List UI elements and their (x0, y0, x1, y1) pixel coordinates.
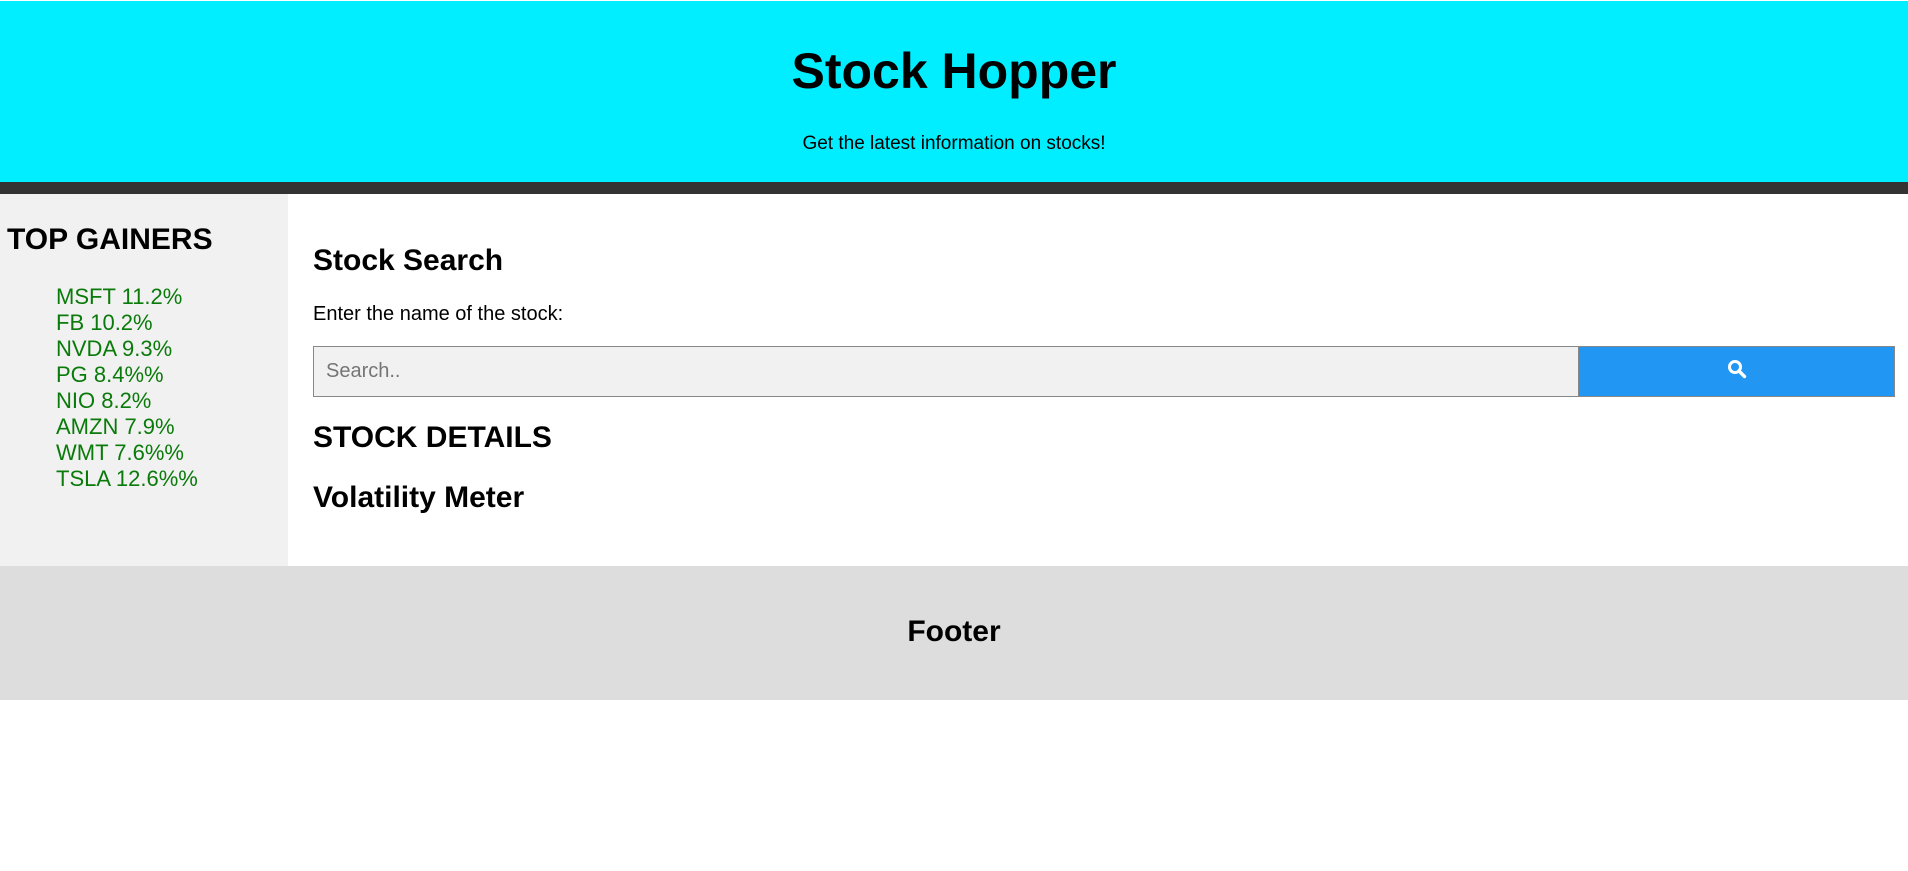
footer-title: Footer (907, 615, 1001, 648)
page-header: Stock Hopper Get the latest information … (0, 1, 1908, 182)
list-item: NVDA 9.3% (56, 336, 173, 361)
list-item: NIO 8.2% (56, 388, 152, 413)
page-subtitle: Get the latest information on stocks! (802, 133, 1106, 154)
main-content: Stock Search Enter the name of the stock… (288, 194, 1908, 566)
top-gainers-list: MSFT 11.2% FB 10.2% NVDA 9.3% PG 8.4%% N… (56, 284, 198, 492)
header-divider (0, 182, 1908, 194)
list-item: MSFT 11.2% (56, 284, 183, 309)
volatility-meter-heading: Volatility Meter (313, 481, 525, 514)
stock-search-label: Enter the name of the stock: (313, 303, 564, 325)
sidebar: TOP GAINERS MSFT 11.2% FB 10.2% NVDA 9.3… (0, 194, 288, 566)
sidebar-title: TOP GAINERS (7, 223, 213, 256)
search-form (313, 346, 1895, 397)
page-footer: Footer (0, 566, 1908, 700)
list-item: WMT 7.6%% (56, 440, 184, 465)
list-item: TSLA 12.6%% (56, 466, 198, 491)
list-item: AMZN 7.9% (56, 414, 175, 439)
search-input[interactable] (313, 346, 1579, 397)
page-title: Stock Hopper (791, 43, 1117, 99)
stock-search-heading: Stock Search (313, 244, 504, 277)
search-button[interactable] (1579, 346, 1895, 397)
list-item: FB 10.2% (56, 310, 153, 335)
stock-details-heading: STOCK DETAILS (313, 421, 552, 454)
list-item: PG 8.4%% (56, 362, 164, 387)
search-icon (1727, 359, 1747, 384)
